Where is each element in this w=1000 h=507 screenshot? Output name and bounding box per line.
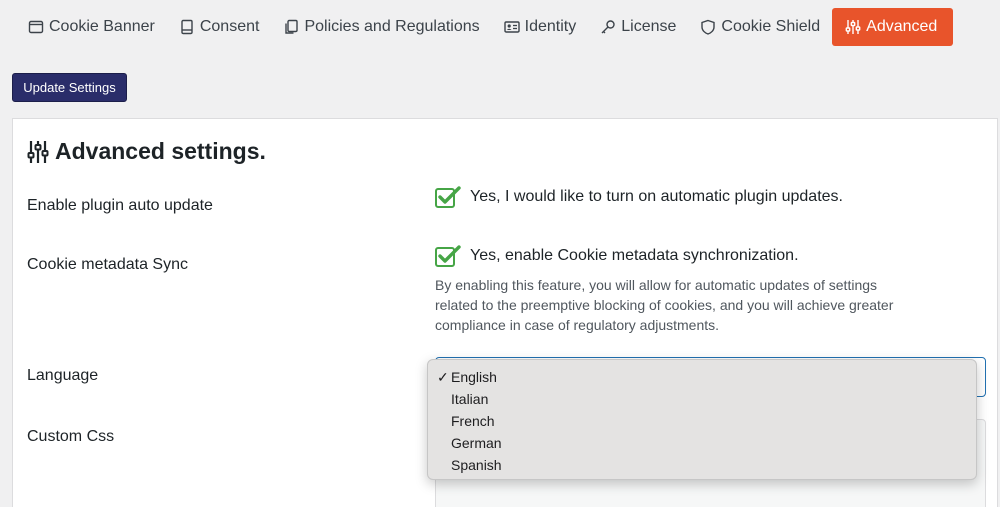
- auto-update-checkbox[interactable]: Yes, I would like to turn on automatic p…: [435, 186, 843, 208]
- language-option-german[interactable]: German: [428, 432, 976, 454]
- tab-label: Identity: [524, 18, 577, 35]
- tab-cookie-banner[interactable]: Cookie Banner: [16, 8, 167, 46]
- language-dropdown-menu: ✓ English Italian French German Spanish: [427, 359, 977, 480]
- metadata-sync-checkbox[interactable]: Yes, enable Cookie metadata synchronizat…: [435, 245, 799, 267]
- checkmark-icon: [435, 245, 461, 267]
- id-card-icon: [503, 19, 520, 35]
- custom-css-label: Custom Css: [27, 428, 115, 445]
- check-icon: ✓: [437, 368, 449, 385]
- settings-tabs: Cookie Banner Consent Policies and Regul…: [16, 8, 954, 46]
- language-option-italian[interactable]: Italian: [428, 388, 976, 410]
- auto-update-label: Enable plugin auto update: [27, 197, 213, 214]
- metadata-sync-label: Cookie metadata Sync: [27, 256, 188, 273]
- book-icon: [179, 19, 195, 35]
- shield-icon: [700, 19, 716, 35]
- language-option-english[interactable]: ✓ English: [428, 366, 976, 388]
- checkmark-icon: [435, 186, 461, 208]
- tab-label: Advanced: [866, 18, 938, 35]
- tab-label: Cookie Shield: [721, 18, 821, 35]
- language-option-french[interactable]: French: [428, 410, 976, 432]
- auto-update-option-text: Yes, I would like to turn on automatic p…: [470, 188, 843, 205]
- tab-license[interactable]: License: [588, 8, 688, 46]
- copy-icon: [283, 19, 299, 35]
- language-option-spanish[interactable]: Spanish: [428, 454, 976, 476]
- tab-label: Policies and Regulations: [304, 18, 480, 35]
- page-title: Advanced settings.: [27, 138, 266, 165]
- metadata-sync-option-text: Yes, enable Cookie metadata synchronizat…: [470, 247, 799, 264]
- tab-identity[interactable]: Identity: [492, 8, 589, 46]
- window-icon: [28, 19, 44, 35]
- tab-label: Cookie Banner: [49, 18, 155, 35]
- metadata-sync-description: By enabling this feature, you will allow…: [435, 277, 894, 333]
- tab-policies-and-regulations[interactable]: Policies and Regulations: [271, 8, 491, 46]
- tab-label: License: [621, 18, 677, 35]
- section-title-text: Advanced settings.: [55, 138, 266, 164]
- sliders-icon: [845, 19, 861, 35]
- tab-advanced[interactable]: Advanced: [832, 8, 954, 46]
- tab-label: Consent: [199, 18, 260, 35]
- update-settings-button[interactable]: Update Settings: [12, 73, 127, 102]
- sliders-icon: [27, 140, 49, 164]
- key-icon: [600, 19, 616, 35]
- tab-consent[interactable]: Consent: [167, 8, 272, 46]
- tab-cookie-shield[interactable]: Cookie Shield: [688, 8, 832, 46]
- language-label: Language: [27, 367, 99, 384]
